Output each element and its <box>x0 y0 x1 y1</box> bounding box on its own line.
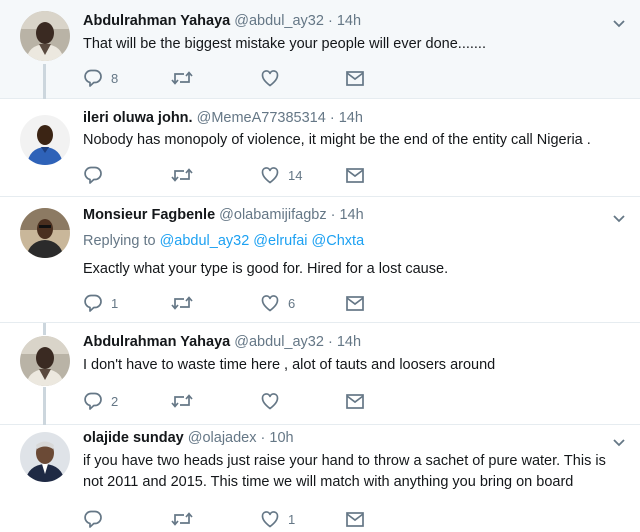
author-name[interactable]: olajide sunday <box>83 430 184 446</box>
reply-icon <box>83 68 103 88</box>
like-button[interactable]: 14 <box>260 165 302 185</box>
like-button[interactable] <box>260 68 280 88</box>
chevron-down-icon[interactable] <box>612 214 626 224</box>
retweet-icon <box>170 509 194 529</box>
tweet-actions: 14 <box>83 165 383 185</box>
reply-button[interactable] <box>83 165 103 185</box>
retweet-icon <box>170 391 194 411</box>
tweet-actions: 8 <box>83 68 383 88</box>
retweet-button[interactable] <box>170 509 194 529</box>
reply-button[interactable]: 1 <box>83 293 118 313</box>
tweet-header: Abdulrahman Yahaya @abdul_ay32 · 14h <box>83 334 361 350</box>
tweet-item[interactable]: Abdulrahman Yahaya @abdul_ay32 · 14h Tha… <box>0 0 640 99</box>
author-handle[interactable]: @olabamijifagbz <box>219 207 326 223</box>
reply-button[interactable]: 8 <box>83 68 118 88</box>
direct-message-button[interactable] <box>345 165 365 185</box>
direct-message-button[interactable] <box>345 293 365 313</box>
heart-icon <box>260 391 280 411</box>
like-count: 6 <box>288 295 296 311</box>
tweet-item[interactable]: Monsieur Fagbenle @olabamijifagbz · 14h … <box>0 197 640 323</box>
like-count: 14 <box>288 167 303 183</box>
envelope-icon <box>345 68 365 88</box>
retweet-button[interactable] <box>170 391 194 411</box>
avatar[interactable] <box>20 432 70 482</box>
retweet-icon <box>170 293 194 313</box>
retweet-icon <box>170 68 194 88</box>
author-handle[interactable]: @abdul_ay32 <box>234 13 324 29</box>
author-name[interactable]: Monsieur Fagbenle <box>83 207 215 223</box>
direct-message-button[interactable] <box>345 509 365 529</box>
heart-icon <box>260 165 280 185</box>
tweet-time[interactable]: · 14h <box>330 110 363 126</box>
tweet-item[interactable]: ileri oluwa john. @MemeA77385314 · 14h N… <box>0 99 640 197</box>
reply-icon <box>83 391 103 411</box>
replying-to-label: Replying to <box>83 233 156 249</box>
envelope-icon <box>345 293 365 313</box>
author-handle[interactable]: @olajadex <box>188 430 257 446</box>
tweet-time[interactable]: · 10h <box>261 430 294 446</box>
tweet-text: I don't have to waste time here , alot o… <box>83 357 496 373</box>
like-button[interactable] <box>260 391 280 411</box>
tweet-header: Abdulrahman Yahaya @abdul_ay32 · 14h <box>83 13 361 29</box>
tweet-item[interactable]: olajide sunday @olajadex · 10h if you ha… <box>0 425 640 532</box>
envelope-icon <box>345 509 365 529</box>
direct-message-button[interactable] <box>345 391 365 411</box>
avatar[interactable] <box>20 11 70 61</box>
author-handle[interactable]: @MemeA77385314 <box>197 110 326 126</box>
reply-button[interactable] <box>83 509 103 529</box>
tweet-text: if you have two heads just raise your ha… <box>83 453 606 490</box>
envelope-icon <box>345 391 365 411</box>
retweet-button[interactable] <box>170 165 194 185</box>
tweet-time[interactable]: · 14h <box>328 13 361 29</box>
direct-message-button[interactable] <box>345 68 365 88</box>
tweet-actions: 1 <box>83 509 383 529</box>
reply-count: 2 <box>111 393 119 409</box>
reply-button[interactable]: 2 <box>83 391 118 411</box>
retweet-button[interactable] <box>170 293 194 313</box>
thread-line <box>43 323 46 335</box>
like-button[interactable]: 6 <box>260 293 295 313</box>
tweet-time[interactable]: · 14h <box>328 334 361 350</box>
reply-icon <box>83 165 103 185</box>
replying-to-mentions[interactable]: @abdul_ay32 @elrufai @Chxta <box>160 233 365 249</box>
envelope-icon <box>345 165 365 185</box>
tweet-header: ileri oluwa john. @MemeA77385314 · 14h <box>83 110 363 126</box>
reply-icon <box>83 509 103 529</box>
heart-icon <box>260 68 280 88</box>
retweet-icon <box>170 165 194 185</box>
author-name[interactable]: Abdulrahman Yahaya <box>83 334 230 350</box>
author-handle[interactable]: @abdul_ay32 <box>234 334 324 350</box>
reply-icon <box>83 293 103 313</box>
heart-icon <box>260 509 280 529</box>
like-button[interactable]: 1 <box>260 509 295 529</box>
avatar[interactable] <box>20 208 70 258</box>
retweet-button[interactable] <box>170 68 194 88</box>
chevron-down-icon[interactable] <box>612 19 626 29</box>
tweet-text: Nobody has monopoly of violence, it migh… <box>83 132 591 148</box>
tweet-header: Monsieur Fagbenle @olabamijifagbz · 14h <box>83 207 364 223</box>
tweet-time[interactable]: · 14h <box>331 207 364 223</box>
author-name[interactable]: ileri oluwa john. <box>83 110 193 126</box>
reply-count: 1 <box>111 295 119 311</box>
avatar[interactable] <box>20 115 70 165</box>
thread-line <box>43 387 46 425</box>
thread-line <box>43 64 46 99</box>
replying-to: Replying to @abdul_ay32 @elrufai @Chxta <box>83 233 364 249</box>
reply-count: 8 <box>111 70 119 86</box>
avatar[interactable] <box>20 336 70 386</box>
author-name[interactable]: Abdulrahman Yahaya <box>83 13 230 29</box>
tweet-actions: 2 <box>83 391 383 411</box>
tweet-actions: 1 6 <box>83 293 383 313</box>
tweet-text: Exactly what your type is good for. Hire… <box>83 261 449 277</box>
like-count: 1 <box>288 511 296 527</box>
heart-icon <box>260 293 280 313</box>
tweet-item[interactable]: Abdulrahman Yahaya @abdul_ay32 · 14h I d… <box>0 323 640 425</box>
chevron-down-icon[interactable] <box>612 438 626 448</box>
tweet-header: olajide sunday @olajadex · 10h <box>83 430 294 446</box>
tweet-text: That will be the biggest mistake your pe… <box>83 36 486 52</box>
